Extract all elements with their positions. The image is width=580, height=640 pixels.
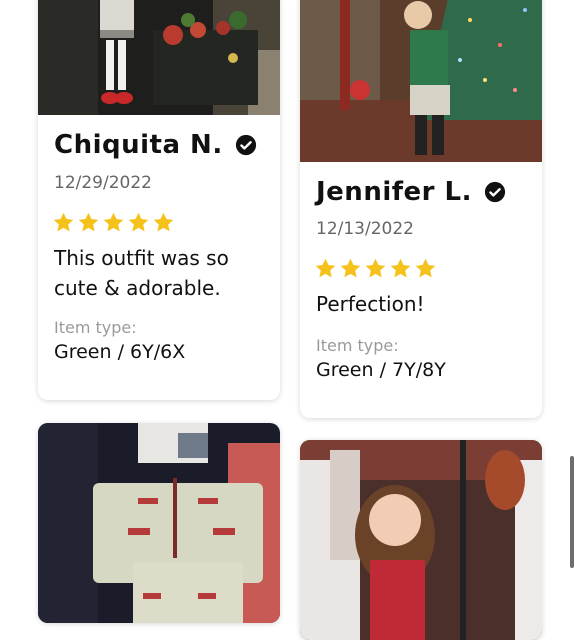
star-icon	[53, 212, 74, 232]
star-icon	[415, 258, 436, 278]
review-text: This outfit was so cute & adorable.	[54, 246, 229, 300]
review-date: 12/29/2022	[54, 173, 152, 193]
review-card-1[interactable]: Chiquita N. 12/29/2022 This outfit was s…	[38, 0, 280, 400]
reviewer-name: Jennifer L.	[316, 177, 473, 207]
review-photo-2[interactable]	[300, 0, 542, 162]
star-icon	[128, 212, 149, 232]
star-icon	[103, 212, 124, 232]
star-icon	[153, 212, 174, 232]
review-photo-1[interactable]	[38, 0, 280, 115]
item-type-label: Item type:	[54, 318, 137, 337]
star-rating	[314, 257, 437, 280]
review-photo-4[interactable]	[300, 440, 542, 640]
star-rating	[52, 211, 175, 234]
verified-check-icon	[484, 181, 506, 203]
item-type-value: Green / 7Y/8Y	[316, 359, 446, 381]
review-card-4[interactable]	[300, 440, 542, 640]
star-icon	[340, 258, 361, 278]
item-type-label: Item type:	[316, 336, 399, 355]
scrollbar[interactable]	[570, 456, 574, 568]
verified-check-icon	[235, 134, 256, 156]
star-icon	[390, 258, 411, 278]
review-date: 12/13/2022	[316, 219, 414, 239]
star-icon	[78, 212, 99, 232]
star-icon	[365, 258, 386, 278]
review-text: Perfection!	[316, 292, 425, 316]
review-photo-3[interactable]	[38, 423, 280, 623]
reviewer-name: Chiquita N.	[54, 130, 223, 160]
star-icon	[315, 258, 336, 278]
review-card-3[interactable]	[38, 423, 280, 623]
item-type-value: Green / 6Y/6X	[54, 341, 186, 363]
review-card-2[interactable]: Jennifer L. 12/13/2022 Perfection! Item …	[300, 0, 542, 418]
